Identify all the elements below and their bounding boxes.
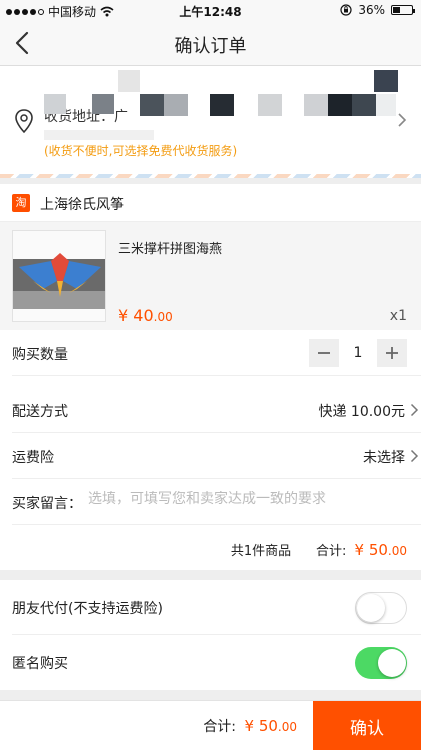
confirm-button[interactable]: 确认 <box>313 701 421 750</box>
total-amount: 合计: ¥ 50.00 <box>203 717 297 735</box>
message-label: 买家留言： <box>12 496 82 512</box>
product-quantity: x1 <box>389 308 407 324</box>
quantity-stepper: 1 <box>309 339 407 367</box>
battery-icon <box>391 5 415 15</box>
friend-pay-row: 朋友代付(不支持运费险) <box>12 580 421 635</box>
summary-label: 合计: <box>315 544 347 559</box>
delivery-value: 快递 10.00元 <box>318 404 405 420</box>
insurance-value: 未选择 <box>363 450 405 466</box>
anonymous-label: 匿名购买 <box>12 656 68 672</box>
chevron-right-icon <box>410 403 419 417</box>
chevron-right-icon <box>398 113 407 127</box>
decrease-button[interactable] <box>309 339 339 367</box>
checkout-bar: 合计: ¥ 50.00 确认 <box>0 700 421 750</box>
orientation-lock-icon <box>340 4 352 16</box>
shop-header: 淘 上海徐氏风筝 <box>0 184 421 222</box>
message-input[interactable] <box>88 491 408 507</box>
status-bar: 中国移动 上午12:48 36% <box>0 0 421 22</box>
summary-price: ¥ 50.00 <box>354 541 407 559</box>
friend-pay-toggle[interactable] <box>355 592 407 624</box>
toggle-section: 朋友代付(不支持运费险) 匿名购买 <box>0 580 421 690</box>
address-section[interactable]: 收货地址：广 (收货不便时,可选择免费代收货服务) <box>0 66 421 178</box>
insurance-row[interactable]: 运费险 未选择 <box>12 433 421 479</box>
product-thumbnail <box>12 230 106 322</box>
quantity-label: 购买数量 <box>12 347 68 363</box>
battery-percent: 36% <box>358 3 385 17</box>
status-right: 36% <box>340 3 415 17</box>
page-title: 确认订单 <box>174 36 247 57</box>
quantity-value[interactable]: 1 <box>353 345 363 361</box>
privacy-mosaic <box>0 66 421 178</box>
product-name: 三米撑杆拼图海燕 <box>118 242 223 257</box>
summary-count: 共1件商品 <box>230 544 292 559</box>
quantity-row: 购买数量 1 <box>12 330 421 376</box>
anonymous-toggle[interactable] <box>355 647 407 679</box>
increase-button[interactable] <box>377 339 407 367</box>
message-row: 买家留言： <box>12 479 421 525</box>
order-summary: 共1件商品 合计: ¥ 50.00 <box>231 540 407 559</box>
anonymous-row: 匿名购买 <box>12 635 421 690</box>
chevron-right-icon <box>410 449 419 463</box>
shop-name: 上海徐氏风筝 <box>40 197 124 213</box>
friend-pay-label: 朋友代付(不支持运费险) <box>12 601 163 617</box>
address-divider <box>0 174 421 178</box>
product-price: ¥ 40.00 <box>118 306 173 325</box>
delivery-row[interactable]: 配送方式 快递 10.00元 <box>12 387 421 433</box>
toggle-knob <box>378 649 406 677</box>
insurance-label: 运费险 <box>12 450 54 466</box>
product-item[interactable]: 三米撑杆拼图海燕 ¥ 40.00 x1 <box>0 222 421 330</box>
order-options: 购买数量 1 配送方式 快递 10.00元 运费险 未选择 买家留言： 共1件商… <box>0 330 421 570</box>
plus-icon <box>386 347 398 359</box>
toggle-knob <box>357 594 385 622</box>
minus-icon <box>318 352 330 354</box>
nav-bar: 确认订单 <box>0 22 421 66</box>
delivery-label: 配送方式 <box>12 404 68 420</box>
taobao-logo-icon: 淘 <box>12 194 30 212</box>
